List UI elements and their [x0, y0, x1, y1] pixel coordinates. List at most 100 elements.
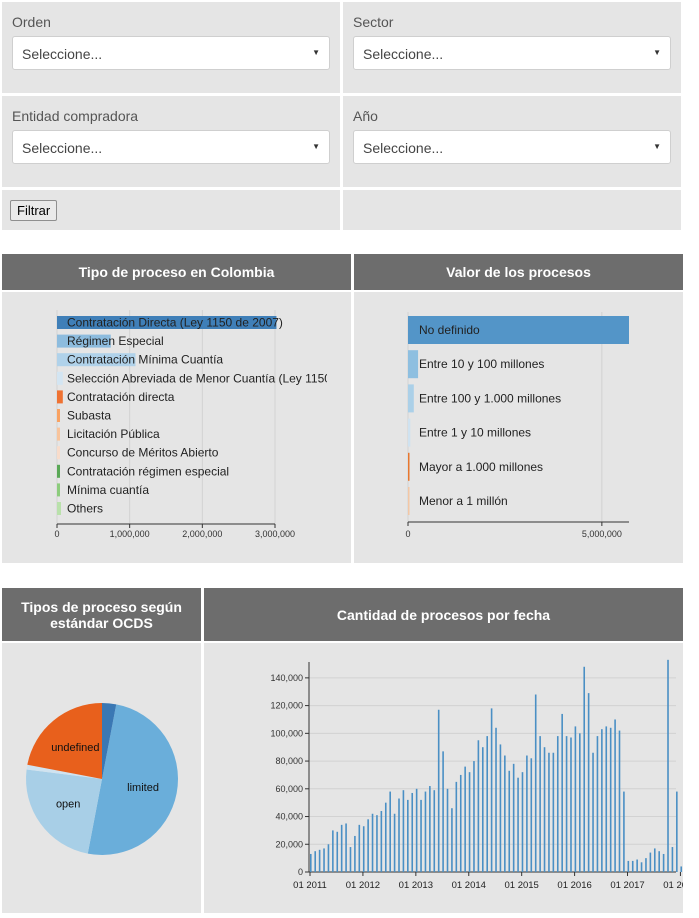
- orden-select[interactable]: Seleccione... ▼: [12, 36, 330, 70]
- bar: [371, 813, 374, 872]
- chevron-down-icon: ▼: [312, 142, 320, 151]
- bar: [539, 736, 541, 872]
- bar: [609, 727, 612, 872]
- anio-select[interactable]: Seleccione... ▼: [353, 130, 671, 164]
- x-tick-label: 0: [54, 529, 59, 539]
- bar: [358, 824, 361, 872]
- bar-label: No definido: [419, 323, 480, 337]
- bar: [477, 740, 480, 872]
- bar: [402, 790, 405, 872]
- bar: [464, 766, 466, 872]
- pie-slice-label: open: [56, 799, 80, 811]
- bar: [408, 350, 419, 379]
- bar: [671, 847, 674, 872]
- filter-sector-cell: Sector Seleccione... ▼: [343, 2, 681, 93]
- bar: [451, 808, 453, 872]
- bar: [310, 853, 312, 872]
- filter-anio-cell: Año Seleccione... ▼: [343, 96, 681, 187]
- bar: [543, 747, 546, 872]
- bar: [658, 851, 660, 872]
- bar-label: Contratación Mínima Cuantía: [67, 353, 223, 367]
- bar: [57, 446, 60, 460]
- bar: [327, 844, 330, 872]
- y-tick-label: 20,000: [275, 839, 303, 849]
- bar: [534, 694, 537, 872]
- bar: [614, 719, 616, 872]
- x-tick-label: 01 2013: [399, 880, 433, 891]
- bar: [340, 824, 343, 872]
- bar-label: Licitación Pública: [67, 427, 160, 441]
- bar: [574, 726, 577, 872]
- bar-label: Contratación Directa (Ley 1150 de 2007): [67, 316, 283, 330]
- tipo-proceso-chart: 0 1,000,000 2,000,000 3,000,000 Contratación…: [54, 310, 327, 539]
- sector-select[interactable]: Seleccione... ▼: [353, 36, 671, 70]
- x-tick-label: 5,000,000: [582, 529, 622, 539]
- bar: [490, 708, 493, 872]
- panel-title-cantidad-fecha: Cantidad de procesos por fecha: [204, 588, 683, 641]
- bar: [481, 747, 484, 872]
- bar: [548, 752, 550, 872]
- bar: [552, 752, 555, 872]
- y-tick-label: 60,000: [275, 784, 303, 794]
- chevron-down-icon: ▼: [653, 142, 661, 151]
- bar: [662, 853, 665, 872]
- y-tick-label: 40,000: [275, 812, 303, 822]
- bar: [336, 831, 339, 872]
- bar: [596, 736, 599, 872]
- filter-orden-label: Orden: [12, 14, 51, 30]
- bar-label: Entre 10 y 100 millones: [419, 357, 544, 371]
- tipo-proceso-panel: 0 1,000,000 2,000,000 3,000,000 Contratación…: [2, 292, 351, 563]
- bar: [499, 744, 502, 872]
- x-tick-label: 01 2016: [557, 880, 591, 891]
- filter-entidad-label: Entidad compradora: [12, 108, 139, 124]
- sector-select-value: Seleccione...: [363, 46, 444, 62]
- panel-title-valor-procesos: Valor de los procesos: [354, 254, 683, 290]
- bar: [420, 799, 422, 872]
- bar-label: Mínima cuantía: [67, 483, 149, 497]
- bar-label: Subasta: [67, 409, 111, 423]
- bar: [667, 659, 669, 872]
- x-tick-label: 01 2014: [452, 880, 486, 891]
- bar: [424, 791, 427, 872]
- bar: [680, 866, 683, 872]
- bar-label: Régimen Especial: [67, 334, 164, 348]
- x-tick-label: 0: [405, 529, 410, 539]
- bar: [556, 736, 559, 872]
- entidad-select[interactable]: Seleccione... ▼: [12, 130, 330, 164]
- x-tick-label: 01 2015: [505, 880, 539, 891]
- bar-label: Concurso de Méritos Abierto: [67, 446, 219, 460]
- filter-button[interactable]: Filtrar: [10, 200, 58, 221]
- x-tick-label: 01 2017: [610, 880, 644, 891]
- bar: [442, 751, 444, 872]
- y-tick-label: 100,000: [270, 728, 303, 738]
- bar: [504, 755, 506, 872]
- bar: [570, 737, 572, 872]
- bar: [57, 502, 61, 515]
- cantidad-fecha-panel: 0 20,000 40,000 60,000 80,000 100,000 120,000 1…: [204, 643, 698, 913]
- bar: [415, 788, 418, 872]
- bar: [446, 788, 449, 872]
- bar: [459, 774, 462, 872]
- bar: [354, 835, 356, 872]
- entidad-select-value: Seleccione...: [22, 140, 103, 156]
- bar: [376, 815, 378, 872]
- bar: [587, 693, 590, 872]
- bar: [57, 464, 60, 478]
- bar: [583, 666, 586, 872]
- pie-slice-label: undefined: [51, 742, 99, 754]
- bar: [429, 786, 431, 872]
- bar: [640, 862, 643, 872]
- bar: [565, 736, 568, 872]
- y-tick-label: 120,000: [270, 701, 303, 711]
- bar: [318, 849, 321, 872]
- pie-slice-label: limited: [127, 782, 159, 794]
- bar: [486, 736, 488, 872]
- anio-select-value: Seleccione...: [363, 140, 444, 156]
- filter-empty-cell: [343, 190, 681, 230]
- x-tick-label: 01 2018: [663, 880, 683, 891]
- tipos-ocds-panel: limited open undefined: [2, 643, 201, 913]
- bar: [618, 730, 621, 872]
- valor-procesos-panel: 0 5,000,000 No definido Entre 10 y 100 mill…: [354, 292, 683, 563]
- bar: [398, 798, 400, 872]
- bar: [384, 802, 387, 872]
